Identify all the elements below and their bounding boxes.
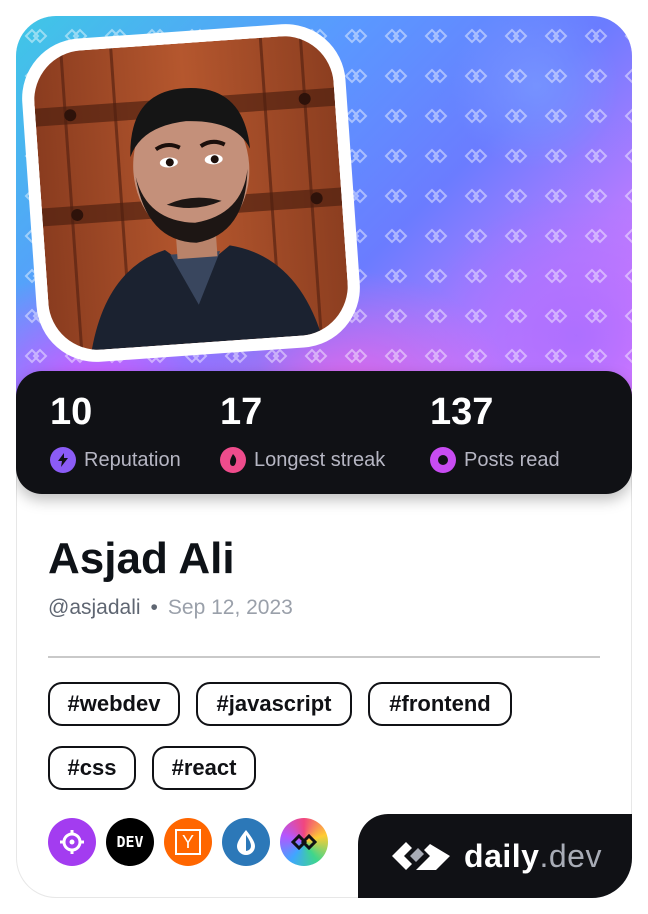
avatar-frame — [18, 20, 364, 366]
stats-bar: 10 Reputation 17 Longest streak 137 Post… — [16, 371, 632, 494]
tag-chip[interactable]: #frontend — [368, 682, 512, 726]
droplet-icon[interactable] — [222, 818, 270, 866]
stat-label-row: Posts read — [430, 447, 560, 473]
divider — [48, 656, 600, 658]
profile-meta: @asjadali • Sep 12, 2023 — [48, 596, 293, 620]
username[interactable]: @asjadali — [48, 596, 141, 620]
flame-icon — [220, 447, 246, 473]
brand-suffix: .dev — [539, 837, 602, 874]
avatar[interactable] — [30, 32, 352, 354]
daily-dev-icon[interactable] — [280, 818, 328, 866]
stat-label: Longest streak — [254, 448, 386, 471]
header-background — [16, 16, 632, 396]
tag-chip[interactable]: #react — [152, 746, 256, 790]
eye-ring-icon — [430, 447, 456, 473]
stat-value: 137 — [430, 391, 494, 433]
stat-label: Posts read — [464, 448, 560, 471]
stat-label: Reputation — [84, 448, 181, 471]
stat-longest-streak: 17 Longest streak — [220, 391, 385, 473]
hacker-news-icon[interactable]: Y — [164, 818, 212, 866]
profile-card: 10 Reputation 17 Longest streak 137 Post… — [16, 16, 632, 898]
joined-date: Sep 12, 2023 — [167, 596, 293, 619]
profile-name: Asjad Ali — [48, 534, 235, 583]
stat-value: 17 — [220, 391, 263, 433]
stat-label-row: Reputation — [50, 447, 181, 473]
stat-reputation: 10 Reputation — [50, 391, 181, 473]
crosshair-icon[interactable] — [48, 818, 96, 866]
source-list: DEV Y — [48, 818, 328, 866]
lightning-icon — [50, 447, 76, 473]
dev-icon[interactable]: DEV — [106, 818, 154, 866]
brand-word: daily — [464, 837, 540, 874]
brand-wordmark: daily.dev — [464, 838, 602, 875]
stat-posts-read: 137 Posts read — [430, 391, 560, 473]
stat-value: 10 — [50, 391, 93, 433]
tag-chip[interactable]: #webdev — [48, 682, 180, 726]
tag-chip[interactable]: #javascript — [196, 682, 352, 726]
meta-separator: • — [150, 596, 158, 619]
stat-label-row: Longest streak — [220, 447, 385, 473]
daily-dev-brand[interactable]: daily.dev — [358, 814, 632, 898]
tag-chip[interactable]: #css — [48, 746, 136, 790]
hn-letter: Y — [175, 829, 201, 855]
daily-dev-logo-icon — [392, 842, 451, 870]
